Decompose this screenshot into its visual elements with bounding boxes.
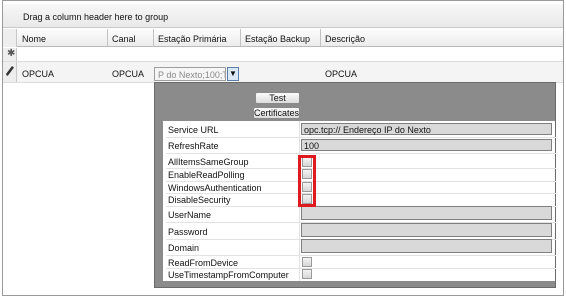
test-button[interactable]: Test bbox=[255, 92, 300, 104]
header-indicator bbox=[3, 29, 17, 47]
certificates-button[interactable]: Certificates bbox=[253, 107, 300, 119]
service-url-field[interactable]: opc.tcp:// Endereço IP do Nexto bbox=[301, 123, 552, 135]
password-field[interactable] bbox=[301, 223, 552, 237]
column-header-label: Nome bbox=[22, 34, 47, 44]
user-name-field[interactable] bbox=[301, 206, 552, 220]
column-header-label: Canal bbox=[112, 34, 136, 44]
cell-nome[interactable]: OPCUA bbox=[18, 62, 108, 83]
domain-field[interactable] bbox=[301, 239, 552, 253]
prop-label-service-url: Service URL bbox=[168, 125, 219, 135]
column-header-row: Nome Canal Estação Primária Estação Back… bbox=[3, 29, 563, 47]
cell-descricao[interactable]: OPCUA bbox=[321, 62, 441, 83]
row-separator bbox=[166, 255, 556, 256]
group-panel[interactable]: Drag a column header here to group bbox=[3, 4, 563, 28]
chevron-down-icon: ▼ bbox=[229, 69, 237, 78]
row-separator bbox=[166, 153, 556, 154]
column-header-label: Estação Backup bbox=[245, 34, 311, 44]
row-indicator bbox=[3, 62, 17, 82]
column-header-canal[interactable]: Canal bbox=[108, 29, 154, 47]
table-row[interactable]: OPCUA OPCUA OPCUA bbox=[3, 62, 563, 83]
row-separator bbox=[166, 168, 556, 169]
new-row[interactable]: ✱ bbox=[3, 48, 563, 62]
column-header-label: Descrição bbox=[325, 34, 366, 44]
prop-label-password: Password bbox=[168, 227, 208, 237]
row-indicator: ✱ bbox=[3, 48, 17, 61]
column-header-estacao-primaria[interactable]: Estação Primária bbox=[154, 29, 241, 47]
asterisk-icon: ✱ bbox=[7, 48, 16, 59]
prop-label-domain: Domain bbox=[168, 243, 200, 253]
pencil-icon bbox=[6, 66, 14, 76]
cell-canal[interactable]: OPCUA bbox=[108, 62, 154, 83]
column-header-nome[interactable]: Nome bbox=[18, 29, 108, 47]
highlight-box bbox=[298, 155, 316, 207]
row-separator bbox=[166, 193, 556, 194]
column-header-estacao-backup[interactable]: Estação Backup bbox=[241, 29, 321, 47]
estacao-primaria-combo[interactable]: P do Nexto;100;Ti bbox=[154, 67, 226, 81]
read-from-device-checkbox[interactable] bbox=[302, 257, 312, 267]
prop-label-refresh-rate: RefreshRate bbox=[168, 141, 219, 151]
cell-estacao-backup[interactable] bbox=[241, 62, 321, 83]
use-timestamp-from-computer-checkbox[interactable] bbox=[302, 269, 312, 279]
prop-label-use-timestamp-from-computer: UseTimestampFromComputer bbox=[168, 270, 289, 280]
row-separator bbox=[166, 181, 556, 182]
row-separator bbox=[166, 137, 556, 138]
combo-dropdown-button[interactable]: ▼ bbox=[227, 67, 239, 81]
row-separator bbox=[166, 268, 556, 269]
group-hint: Drag a column header here to group bbox=[23, 12, 169, 22]
column-header-descricao[interactable]: Descrição bbox=[321, 29, 563, 47]
column-header-label: Estação Primária bbox=[158, 34, 227, 44]
refresh-rate-field[interactable]: 100 bbox=[301, 139, 552, 151]
prop-label-user-name: UserName bbox=[168, 210, 212, 220]
